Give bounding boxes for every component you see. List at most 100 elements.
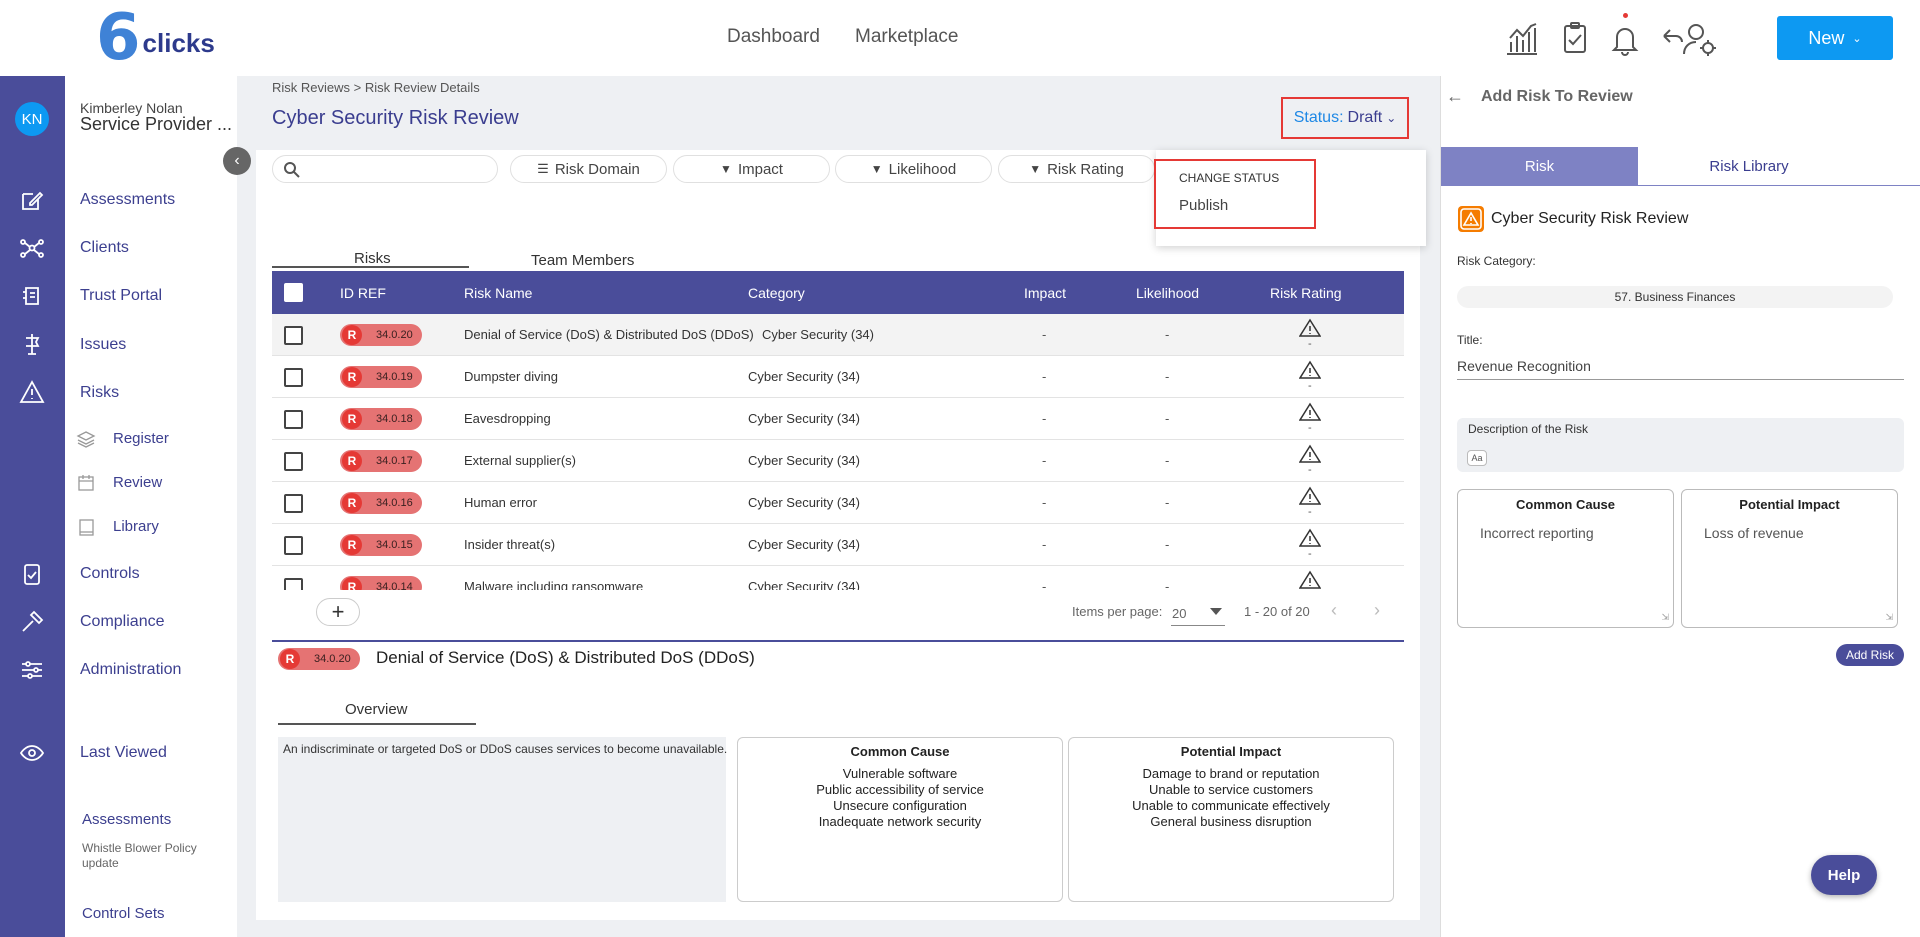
- add-risk-button[interactable]: Add Risk: [1836, 644, 1904, 666]
- tab-risk-library[interactable]: Risk Library: [1638, 147, 1860, 185]
- potential-impact-field[interactable]: Potential Impact Loss of revenue ⇲: [1681, 489, 1898, 628]
- nav-administration[interactable]: Administration: [80, 661, 181, 679]
- resize-handle-icon[interactable]: ⇲: [1661, 612, 1669, 623]
- panel-title: Add Risk To Review: [1481, 88, 1633, 105]
- text-format-button[interactable]: Aa: [1467, 450, 1487, 466]
- nav-control-sets[interactable]: Control Sets: [82, 905, 165, 922]
- row-checkbox[interactable]: [284, 326, 303, 345]
- header-category[interactable]: Category: [748, 285, 805, 301]
- network-icon[interactable]: [18, 234, 46, 262]
- prev-page-icon[interactable]: ‹: [1331, 600, 1337, 621]
- logo[interactable]: 6 clicks: [96, 6, 215, 70]
- risk-category-field[interactable]: 57. Business Finances: [1457, 286, 1893, 308]
- nav-marketplace[interactable]: Marketplace: [855, 26, 959, 48]
- common-cause-field[interactable]: Common Cause Incorrect reporting ⇲: [1457, 489, 1674, 628]
- issues-icon[interactable]: [18, 330, 46, 358]
- filter-label: Likelihood: [888, 160, 957, 178]
- items-per-page-select[interactable]: 20: [1172, 606, 1186, 621]
- badge-letter: R: [342, 493, 362, 513]
- header-risk-name[interactable]: Risk Name: [464, 285, 532, 301]
- caret-down-icon[interactable]: [1210, 608, 1222, 615]
- header-likelihood[interactable]: Likelihood: [1136, 285, 1199, 301]
- add-row-button[interactable]: +: [316, 598, 360, 626]
- risk-name[interactable]: Human error: [464, 495, 537, 510]
- table-row[interactable]: R 34.0.20 Denial of Service (DoS) & Distr…: [272, 314, 1404, 356]
- bell-icon[interactable]: [1605, 18, 1645, 58]
- risk-name[interactable]: Malware including ransomware: [464, 579, 643, 590]
- next-page-icon[interactable]: ›: [1374, 600, 1380, 621]
- nav-dashboard[interactable]: Dashboard: [727, 26, 820, 48]
- publish-menu-item[interactable]: Publish: [1179, 197, 1228, 214]
- risk-rating: -: [1308, 548, 1312, 560]
- warning-icon[interactable]: [18, 378, 46, 406]
- resize-handle-icon[interactable]: ⇲: [1885, 612, 1893, 623]
- search-input[interactable]: [272, 155, 498, 183]
- analytics-icon[interactable]: [1502, 18, 1542, 58]
- table-row[interactable]: R 34.0.14 Malware including ransomware Cy…: [272, 566, 1404, 590]
- table-row[interactable]: R 34.0.15 Insider threat(s) Cyber Securit…: [272, 524, 1404, 566]
- hammer-icon[interactable]: [18, 608, 46, 636]
- risk-name[interactable]: Dumpster diving: [464, 369, 558, 384]
- row-checkbox[interactable]: [284, 536, 303, 555]
- header-impact[interactable]: Impact: [1024, 285, 1066, 301]
- risk-name[interactable]: External supplier(s): [464, 453, 576, 468]
- filter-risk-rating[interactable]: ▼ Risk Rating: [998, 155, 1155, 183]
- risk-name[interactable]: Denial of Service (DoS) & Distributed Do…: [464, 327, 754, 342]
- edit-icon[interactable]: [18, 186, 46, 214]
- funnel-icon: ▼: [1029, 162, 1042, 176]
- tab-team-members[interactable]: Team Members: [531, 252, 634, 269]
- nav-controls[interactable]: Controls: [80, 565, 140, 583]
- table-row[interactable]: R 34.0.19 Dumpster diving Cyber Security …: [272, 356, 1404, 398]
- title-input[interactable]: Revenue Recognition: [1457, 358, 1904, 380]
- nav-review[interactable]: Review: [113, 474, 162, 491]
- controls-icon[interactable]: [18, 560, 46, 588]
- risk-rating: -: [1308, 422, 1312, 434]
- risk-name[interactable]: Eavesdropping: [464, 411, 551, 426]
- nav-last-viewed[interactable]: Last Viewed: [80, 744, 167, 762]
- filter-risk-domain[interactable]: ☰ Risk Domain: [510, 155, 667, 183]
- filter-impact[interactable]: ▼ Impact: [673, 155, 830, 183]
- collapse-sidebar-button[interactable]: ‹: [223, 147, 251, 175]
- nav-register[interactable]: Register: [113, 430, 169, 447]
- clipboard-check-icon[interactable]: [1555, 18, 1595, 58]
- row-checkbox[interactable]: [284, 410, 303, 429]
- status-dropdown-button[interactable]: Status: Draft ⌄: [1281, 97, 1409, 139]
- back-arrow-icon[interactable]: ←: [1446, 86, 1464, 107]
- nav-trust-portal[interactable]: Trust Portal: [80, 287, 162, 305]
- tab-risks[interactable]: Risks: [354, 250, 391, 267]
- tab-risk[interactable]: Risk: [1441, 147, 1638, 185]
- badge-id: 34.0.14: [376, 581, 413, 590]
- table-row[interactable]: R 34.0.17 External supplier(s) Cyber Secu…: [272, 440, 1404, 482]
- select-all-checkbox[interactable]: [284, 283, 303, 302]
- tab-overview[interactable]: Overview: [345, 701, 408, 718]
- nav-clients[interactable]: Clients: [80, 239, 129, 257]
- nav-assessments[interactable]: Assessments: [80, 191, 175, 209]
- user-settings-icon[interactable]: [1660, 18, 1724, 58]
- header-risk-rating[interactable]: Risk Rating: [1270, 285, 1342, 301]
- risk-badge: R 34.0.15: [340, 534, 422, 556]
- header-id-ref[interactable]: ID REF: [340, 285, 386, 301]
- breadcrumb[interactable]: Risk Reviews > Risk Review Details: [272, 80, 480, 95]
- nav-issues[interactable]: Issues: [80, 336, 126, 354]
- help-button[interactable]: Help: [1811, 855, 1877, 895]
- avatar[interactable]: KN: [15, 102, 49, 136]
- user-org[interactable]: Service Provider ...: [80, 114, 232, 135]
- nav-compliance[interactable]: Compliance: [80, 613, 164, 631]
- review-name: Cyber Security Risk Review: [1491, 210, 1689, 227]
- row-checkbox[interactable]: [284, 452, 303, 471]
- last-viewed-item[interactable]: Whistle Blower Policy update: [82, 841, 222, 871]
- table-row[interactable]: R 34.0.18 Eavesdropping Cyber Security (3…: [272, 398, 1404, 440]
- eye-icon[interactable]: [18, 739, 46, 767]
- filter-likelihood[interactable]: ▼ Likelihood: [835, 155, 992, 183]
- row-checkbox[interactable]: [284, 494, 303, 513]
- risk-name[interactable]: Insider threat(s): [464, 537, 555, 552]
- portal-icon[interactable]: [18, 282, 46, 310]
- row-checkbox[interactable]: [284, 578, 303, 590]
- nav-library[interactable]: Library: [113, 518, 159, 535]
- likelihood: -: [1165, 495, 1170, 510]
- new-button[interactable]: New ⌄: [1777, 16, 1893, 60]
- nav-risks[interactable]: Risks: [80, 384, 119, 402]
- table-row[interactable]: R 34.0.16 Human error Cyber Security (34)…: [272, 482, 1404, 524]
- row-checkbox[interactable]: [284, 368, 303, 387]
- sliders-icon[interactable]: [18, 656, 46, 684]
